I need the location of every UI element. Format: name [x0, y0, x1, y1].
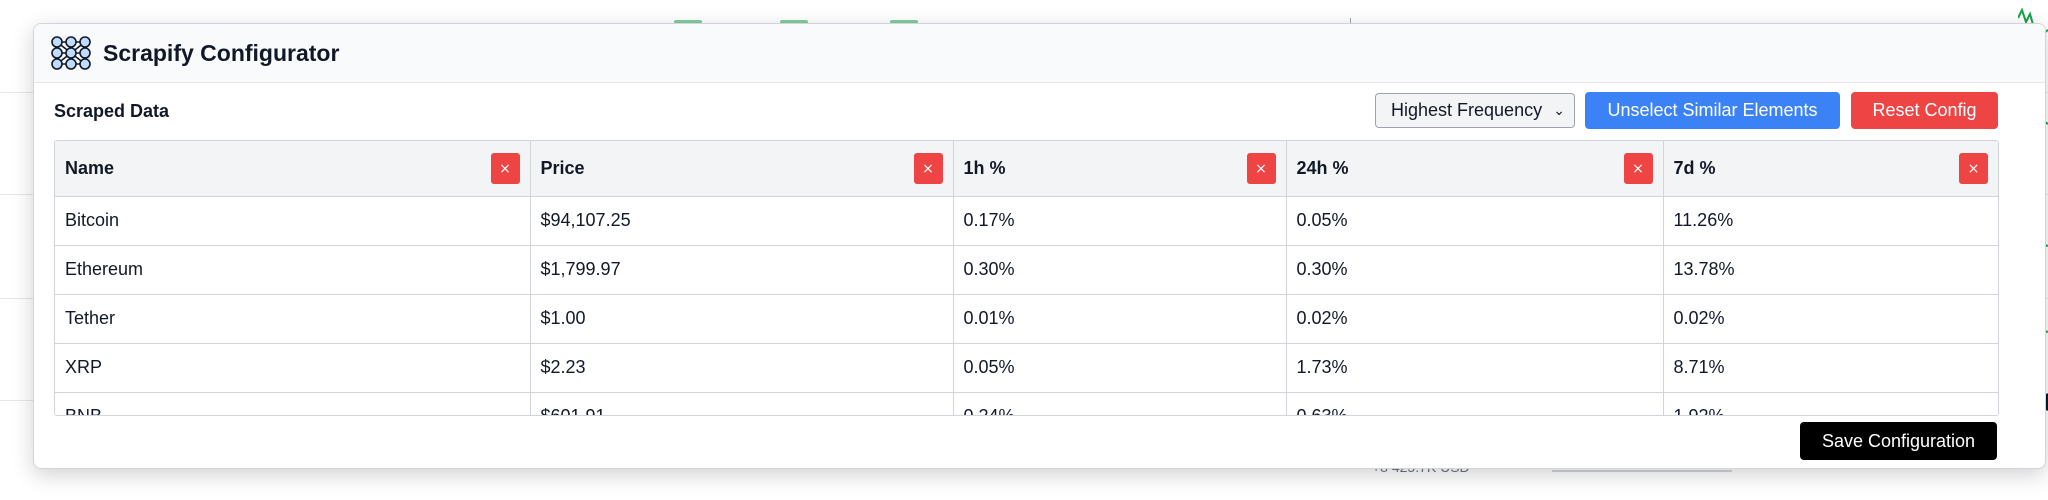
column-header-name: Name ×: [55, 141, 531, 197]
table-cell: 8.71%: [1663, 343, 1998, 393]
table-cell: $2.23: [530, 343, 954, 393]
background-footer-bar: [1552, 470, 1732, 472]
configurator-modal: Scrapify Configurator Scraped Data Highe…: [33, 23, 2046, 469]
remove-column-button[interactable]: ×: [1959, 153, 1988, 184]
table-cell: 0.05%: [1286, 196, 1664, 246]
table-cell: $1,799.97: [530, 245, 954, 295]
table-cell: 0.02%: [1663, 294, 1998, 344]
table-cell: 0.24%: [953, 392, 1287, 415]
column-header-label: Name: [65, 157, 115, 178]
column-header-1h: 1h % ×: [953, 141, 1287, 197]
column-header-24h: 24h % ×: [1286, 141, 1664, 197]
table-header-row: Name × Price × 1h % × 24h % × 7d % ×: [55, 141, 1998, 197]
table-row: Tether $1.00 0.01% 0.02% 0.02%: [55, 294, 1998, 344]
column-header-label: Price: [540, 157, 585, 178]
close-icon: ×: [1255, 160, 1267, 177]
close-icon: ×: [922, 160, 934, 177]
table-cell: 0.05%: [953, 343, 1287, 393]
close-icon: ×: [499, 160, 511, 177]
table-cell: 0.30%: [953, 245, 1287, 295]
column-header-label: 1h %: [963, 157, 1006, 178]
remove-column-button[interactable]: ×: [1623, 153, 1653, 184]
column-header-7d: 7d % ×: [1663, 141, 1998, 197]
modal-header: Scrapify Configurator: [34, 24, 2045, 83]
table-cell: Tether: [55, 294, 531, 344]
table-cell: $94,107.25: [530, 196, 954, 246]
remove-column-button[interactable]: ×: [490, 153, 520, 184]
table-cell: Ethereum: [55, 245, 531, 295]
table-cell: 1.73%: [1286, 343, 1664, 393]
table-cell: 1.92%: [1663, 392, 1998, 415]
table-cell: BNB: [55, 392, 531, 415]
table-row: Bitcoin $94,107.25 0.17% 0.05% 11.26%: [55, 196, 1998, 246]
table-row: XRP $2.23 0.05% 1.73% 8.71%: [55, 343, 1998, 393]
scrapify-logo-icon: [51, 36, 91, 70]
chevron-down-icon: ⌄: [1553, 102, 1565, 118]
table-row: BNB $601.91 0.24% 0.63% 1.92%: [55, 392, 1998, 415]
close-icon: ×: [1632, 160, 1644, 177]
column-header-price: Price ×: [530, 141, 954, 197]
section-title: Scraped Data: [54, 101, 170, 121]
frequency-select-value: Highest Frequency: [1391, 100, 1543, 120]
table-cell: Bitcoin: [55, 196, 531, 246]
table-cell: 13.78%: [1663, 245, 1998, 295]
table-cell: XRP: [55, 343, 531, 393]
table-cell: 0.01%: [953, 294, 1287, 344]
scraped-data-table[interactable]: Name × Price × 1h % × 24h % × 7d % × Bit…: [54, 140, 1999, 416]
table-row: Ethereum $1,799.97 0.30% 0.30% 13.78%: [55, 245, 1998, 295]
toolbar: Scraped Data Highest Frequency ⌄ Unselec…: [34, 92, 2045, 130]
table-cell: 0.30%: [1286, 245, 1664, 295]
close-icon: ×: [1967, 160, 1980, 177]
remove-column-button[interactable]: ×: [913, 153, 943, 184]
unselect-similar-elements-button[interactable]: Unselect Similar Elements: [1585, 92, 1840, 129]
table-cell: 0.02%: [1286, 294, 1664, 344]
remove-column-button[interactable]: ×: [1246, 153, 1276, 184]
table-cell: $1.00: [530, 294, 954, 344]
column-header-label: 24h %: [1296, 157, 1349, 178]
table-cell: 0.63%: [1286, 392, 1664, 415]
table-cell: $601.91: [530, 392, 954, 415]
modal-title: Scrapify Configurator: [103, 39, 340, 66]
column-header-label: 7d %: [1673, 157, 1716, 178]
save-configuration-button[interactable]: Save Configuration: [1800, 422, 1997, 460]
frequency-select[interactable]: Highest Frequency ⌄: [1375, 93, 1575, 128]
table-cell: 11.26%: [1663, 196, 1998, 246]
table-cell: 0.17%: [953, 196, 1287, 246]
reset-config-button[interactable]: Reset Config: [1851, 92, 1998, 129]
